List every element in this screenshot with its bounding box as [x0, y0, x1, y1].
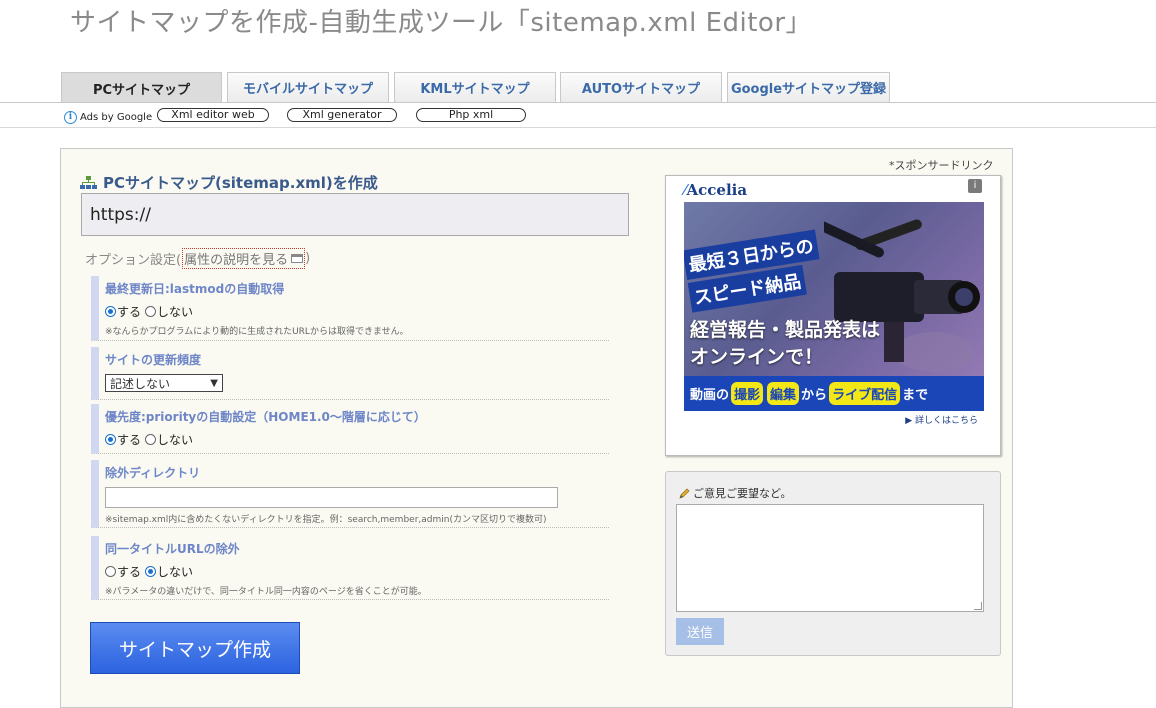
options-label-close: ) [305, 251, 311, 266]
lastmod-title: 最終更新日:lastmodの自動取得 [105, 282, 285, 296]
changefreq-title: サイトの更新頻度 [105, 353, 202, 367]
sitemap-icon [80, 176, 97, 189]
priority-radios: する しない [105, 431, 609, 448]
tab-mobile-sitemap[interactable]: モバイルサイトマップ [227, 72, 389, 102]
feedback-textarea[interactable] [676, 504, 984, 612]
ad-logo: ⁄Accelia [684, 181, 747, 199]
ad-band-highlight-edit: 編集 [767, 382, 800, 405]
url-input[interactable] [81, 193, 629, 236]
ad-band: 動画の 撮影 編集 から ライブ配信 まで [684, 376, 984, 411]
options-label-text: オプション設定( [85, 253, 182, 268]
ad-link-php-xml[interactable]: Php xml [416, 108, 526, 122]
lastmod-no-radio[interactable] [145, 306, 157, 317]
section-priority: 優先度:priorityの自動設定（HOME1.0〜階層に応じて） する しない [91, 404, 609, 454]
changefreq-select-value: 記述しない [110, 376, 171, 391]
tab-kml-sitemap[interactable]: KMLサイトマップ [394, 72, 556, 102]
tab-pc-sitemap[interactable]: PCサイトマップ [61, 72, 222, 103]
lastmod-radios: する しない [105, 303, 609, 320]
ad-link-xml-generator[interactable]: Xml generator [287, 108, 397, 122]
section-changefreq: サイトの更新頻度 記述しない ▼ [91, 347, 609, 400]
ad-info-icon[interactable]: i [968, 179, 982, 193]
section-exclude: 除外ディレクトリ ※sitemap.xml内に含めたくないディレクトリを指定。例… [91, 460, 609, 528]
attribute-help-label: 属性の説明を見る [184, 253, 289, 268]
feedback-label-text: ご意見ご要望など。 [693, 487, 792, 500]
ads-by-label: Ads by Google [80, 112, 153, 123]
section-lastmod: 最終更新日:lastmodの自動取得 する しない ※なんらかプログラムにより動… [91, 276, 609, 341]
lastmod-yes-radio[interactable] [105, 306, 116, 317]
exclude-directory-input[interactable] [105, 487, 558, 508]
pencil-icon [679, 488, 690, 499]
lastmod-yes-label: する [117, 305, 142, 319]
form-heading: PCサイトマップ(sitemap.xml)を作成 [80, 172, 378, 193]
feedback-label: ご意見ご要望など。 [679, 485, 791, 501]
send-button[interactable]: 送信 [676, 618, 724, 645]
ad-logo-text: Accelia [686, 181, 748, 199]
tab-auto-sitemap[interactable]: AUTOサイトマップ [560, 72, 722, 102]
options-label: オプション設定( 属性の説明を見る ) [85, 248, 310, 269]
form-heading-label: PCサイトマップ(sitemap.xml)を作成 [103, 174, 378, 192]
priority-no-label: しない [157, 433, 194, 447]
duplicate-title-note: ※パラメータの違いだけで、同一タイトル同一内容のページを省くことが可能。 [105, 587, 427, 597]
chevron-down-icon: ▼ [210, 377, 218, 389]
ad-headline: 経営報告・製品発表は オンラインで！ [690, 317, 880, 371]
info-icon: i [64, 111, 77, 124]
tab-google-register[interactable]: Googleサイトマップ登録 [727, 72, 890, 102]
ad-band-part3: まで [902, 388, 929, 403]
section-duplicate-title: 同一タイトルURLの除外 する しない ※パラメータの違いだけで、同一タイトル同… [91, 536, 609, 600]
duplicate-title-no-label: しない [157, 565, 194, 579]
ad-band-highlight-shoot: 撮影 [731, 382, 764, 405]
duplicate-title-yes-radio[interactable] [105, 566, 116, 577]
resize-handle-icon[interactable] [974, 602, 982, 610]
lastmod-note: ※なんらかプログラムにより動的に生成されたURLからは取得できません。 [105, 327, 409, 337]
new-window-icon [291, 254, 304, 263]
ad-headline-line1: 経営報告・製品発表は [690, 319, 881, 341]
page-title: サイトマップを作成-自動生成ツール「sitemap.xml Editor」 [70, 8, 813, 38]
ad-more-link[interactable]: ▶ 詳しくはこちら [905, 413, 978, 426]
exclude-title: 除外ディレクトリ [105, 466, 201, 480]
priority-no-radio[interactable] [145, 434, 157, 445]
priority-yes-radio[interactable] [105, 434, 116, 445]
lastmod-no-label: しない [157, 305, 194, 319]
ads-by-google[interactable]: i Ads by Google [64, 111, 152, 124]
ad-band-highlight-live: ライブ配信 [829, 382, 901, 405]
priority-title: 優先度:priorityの自動設定（HOME1.0〜階層に応じて） [105, 410, 426, 424]
priority-yes-label: する [117, 433, 142, 447]
duplicate-title-no-radio[interactable] [145, 566, 157, 577]
changefreq-select[interactable]: 記述しない ▼ [105, 374, 223, 392]
attribute-help-link[interactable]: 属性の説明を見る [182, 248, 306, 269]
sponsor-label: *スポンサードリンク [889, 159, 994, 172]
ad-headline-line2: オンラインで！ [690, 346, 824, 368]
duplicate-title-yes-label: する [117, 565, 142, 579]
ad-links-bar: i Ads by Google Xml editor web Xml gener… [0, 103, 1156, 128]
duplicate-title-title: 同一タイトルURLの除外 [105, 542, 240, 556]
create-sitemap-button[interactable]: サイトマップ作成 [90, 622, 300, 674]
ad-band-part2: から [801, 388, 828, 403]
sponsored-ad[interactable]: ⁄Accelia i 最短３日からの スピード納品 経営報告・製品発表は オンラ… [665, 175, 1001, 456]
exclude-note: ※sitemap.xml内に含めたくないディレクトリを指定。例：search,m… [105, 515, 547, 525]
ad-link-xml-editor-web[interactable]: Xml editor web [157, 108, 269, 122]
ad-badge: 最短３日からの スピード納品 [684, 229, 824, 320]
duplicate-title-radios: する しない [105, 563, 609, 580]
ad-band-part1: 動画の [690, 388, 730, 403]
ad-image: 最短３日からの スピード納品 経営報告・製品発表は オンラインで！ 動画の 撮影… [684, 202, 984, 411]
feedback-box: ご意見ご要望など。 送信 [665, 471, 1001, 656]
